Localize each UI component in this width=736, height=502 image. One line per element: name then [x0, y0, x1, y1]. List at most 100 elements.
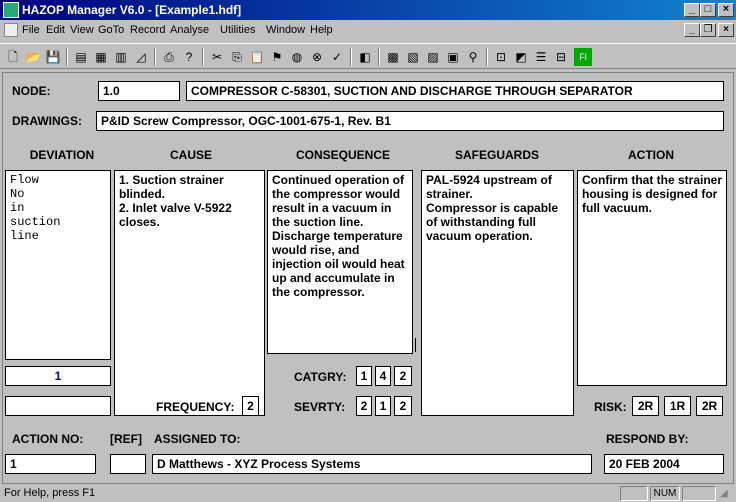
copy-icon[interactable]: ⎘ — [228, 48, 246, 66]
respond-by-label: RESPOND BY: — [606, 432, 689, 446]
sevrty-field-1[interactable]: 2 — [356, 396, 372, 416]
export-icon[interactable]: ⊡ — [492, 48, 510, 66]
node-description-field[interactable]: COMPRESSOR C-58301, SUCTION AND DISCHARG… — [186, 81, 724, 101]
assigned-to-label: ASSIGNED TO: — [154, 432, 241, 446]
cut-icon[interactable]: ✂ — [208, 48, 226, 66]
list-icon[interactable]: ☰ — [532, 48, 550, 66]
catgry-field-3[interactable]: 2 — [394, 366, 412, 386]
menu-analyse[interactable]: Analyse — [170, 24, 209, 36]
sevrty-label: SEVRTY: — [294, 400, 346, 414]
sevrty-field-2[interactable]: 1 — [375, 396, 391, 416]
cause-textbox[interactable]: 1. Suction strainer blinded. 2. Inlet va… — [114, 170, 265, 416]
status-bar: For Help, press F1 NUM ◢ — [0, 485, 736, 502]
sevrty-field-3[interactable]: 2 — [394, 396, 412, 416]
ref-label: [REF] — [110, 432, 142, 446]
app-window: HAZOP Manager V6.0 - [Example1.hdf] _ □ … — [0, 0, 736, 502]
new-file-icon[interactable]: 🗋 — [4, 48, 22, 66]
consequence-header: CONSEQUENCE — [295, 148, 390, 162]
binoculars-icon[interactable]: ⊗ — [308, 48, 326, 66]
spellcheck-icon[interactable]: ✓ — [328, 48, 346, 66]
help-pointer-icon[interactable]: ? — [180, 48, 198, 66]
flag-icon[interactable]: Fl — [574, 48, 592, 66]
mdi-restore-button[interactable]: ❐ — [700, 23, 716, 37]
toolbar-separator — [202, 48, 204, 66]
toolbar-separator — [66, 48, 68, 66]
risk-label: RISK: — [594, 400, 627, 414]
deviation-header: DEVIATION — [29, 148, 95, 162]
status-pane-scroll — [682, 486, 716, 501]
risk-field-3[interactable]: 2R — [696, 396, 723, 416]
menu-help[interactable]: Help — [310, 24, 333, 36]
chart-icon[interactable]: ◿ — [132, 48, 150, 66]
close-button[interactable]: × — [718, 3, 734, 17]
safeguards-textbox[interactable]: PAL-5924 upstream of strainer. Compresso… — [421, 170, 574, 416]
action-textbox[interactable]: Confirm that the strainer housing is des… — [577, 170, 727, 386]
title-bar: HAZOP Manager V6.0 - [Example1.hdf] _ □ … — [0, 0, 736, 20]
window-title: HAZOP Manager V6.0 - [Example1.hdf] — [22, 3, 242, 17]
risk-field-2[interactable]: 1R — [664, 396, 691, 416]
deviation-textbox[interactable]: Flow No in suction line — [5, 170, 111, 360]
columns-icon[interactable]: ▧ — [404, 48, 422, 66]
worksheet-icon[interactable]: ▩ — [384, 48, 402, 66]
ref-field[interactable] — [110, 454, 146, 474]
document-icon[interactable] — [4, 23, 18, 37]
cause-header: CAUSE — [169, 148, 212, 162]
menu-record[interactable]: Record — [130, 24, 165, 36]
safeguards-header: SAFEGUARDS — [454, 148, 539, 162]
record-number-field[interactable]: 1 — [5, 366, 111, 386]
menu-edit[interactable]: Edit — [46, 24, 65, 36]
maximize-button[interactable]: □ — [700, 3, 716, 17]
status-pane-num: NUM — [650, 486, 680, 501]
table-icon[interactable]: ▦ — [92, 48, 110, 66]
action-no-label: ACTION NO: — [12, 432, 84, 446]
node-label: NODE: — [12, 84, 51, 98]
action-no-field[interactable]: 1 — [5, 454, 96, 474]
node-number-field[interactable]: 1.0 — [98, 81, 180, 101]
catgry-label: CATGRY: — [294, 370, 347, 384]
form-icon[interactable]: ⊟ — [552, 48, 570, 66]
rows-icon[interactable]: ▨ — [424, 48, 442, 66]
assigned-to-field[interactable]: D Matthews - XYZ Process Systems — [152, 454, 592, 474]
find-icon[interactable]: ⚑ — [268, 48, 286, 66]
print-icon[interactable]: ⎙ — [160, 48, 178, 66]
menu-bar: File Edit View GoTo Record Analyse Utili… — [0, 20, 736, 41]
blank-field[interactable] — [5, 396, 111, 416]
risk-field-1[interactable]: 2R — [632, 396, 659, 416]
frequency-field[interactable]: 2 — [242, 396, 259, 416]
frequency-label: FREQUENCY: — [156, 400, 235, 414]
toolbar-separator — [486, 48, 488, 66]
drawings-field[interactable]: P&ID Screw Compressor, OGC-1001-675-1, R… — [96, 111, 724, 131]
toolbar-separator — [350, 48, 352, 66]
consequence-textbox[interactable]: Continued operation of the compressor wo… — [267, 170, 413, 354]
node-icon[interactable]: ◧ — [356, 48, 374, 66]
toolbar: 🗋 📂 💾 ▤ ▦ ▥ ◿ ⎙ ? ✂ ⎘ 📋 ⚑ ◍ ⊗ ✓ ◧ ▩ ▧ ▨ … — [0, 43, 736, 69]
paste-icon[interactable]: 📋 — [248, 48, 266, 66]
mdi-minimize-button[interactable]: _ — [684, 23, 700, 37]
menu-file[interactable]: File — [22, 24, 40, 36]
menu-window[interactable]: Window — [266, 24, 305, 36]
menu-utilities[interactable]: Utilities — [220, 24, 255, 36]
catgry-field-1[interactable]: 1 — [356, 366, 372, 386]
lookup-icon[interactable]: ◍ — [288, 48, 306, 66]
matrix-icon[interactable]: ▣ — [444, 48, 462, 66]
open-folder-icon[interactable]: 📂 — [24, 48, 42, 66]
save-icon[interactable]: 💾 — [44, 48, 62, 66]
menu-view[interactable]: View — [70, 24, 94, 36]
minimize-button[interactable]: _ — [684, 3, 700, 17]
toolbar-separator — [154, 48, 156, 66]
drawings-label: DRAWINGS: — [12, 114, 82, 128]
action-header: ACTION — [628, 148, 674, 162]
app-icon — [3, 2, 19, 18]
status-help-text: For Help, press F1 — [4, 487, 96, 499]
search-icon[interactable]: ⚲ — [464, 48, 482, 66]
resize-grip-icon[interactable]: ◢ — [720, 488, 728, 499]
mdi-close-button[interactable]: × — [718, 23, 734, 37]
report-icon[interactable]: ▤ — [72, 48, 90, 66]
toolbar-separator — [378, 48, 380, 66]
image-icon[interactable]: ◩ — [512, 48, 530, 66]
catgry-field-2[interactable]: 4 — [375, 366, 391, 386]
consequence-scroll-handle[interactable] — [415, 338, 418, 352]
respond-by-field[interactable]: 20 FEB 2004 — [604, 454, 724, 474]
menu-goto[interactable]: GoTo — [98, 24, 124, 36]
grid-icon[interactable]: ▥ — [112, 48, 130, 66]
